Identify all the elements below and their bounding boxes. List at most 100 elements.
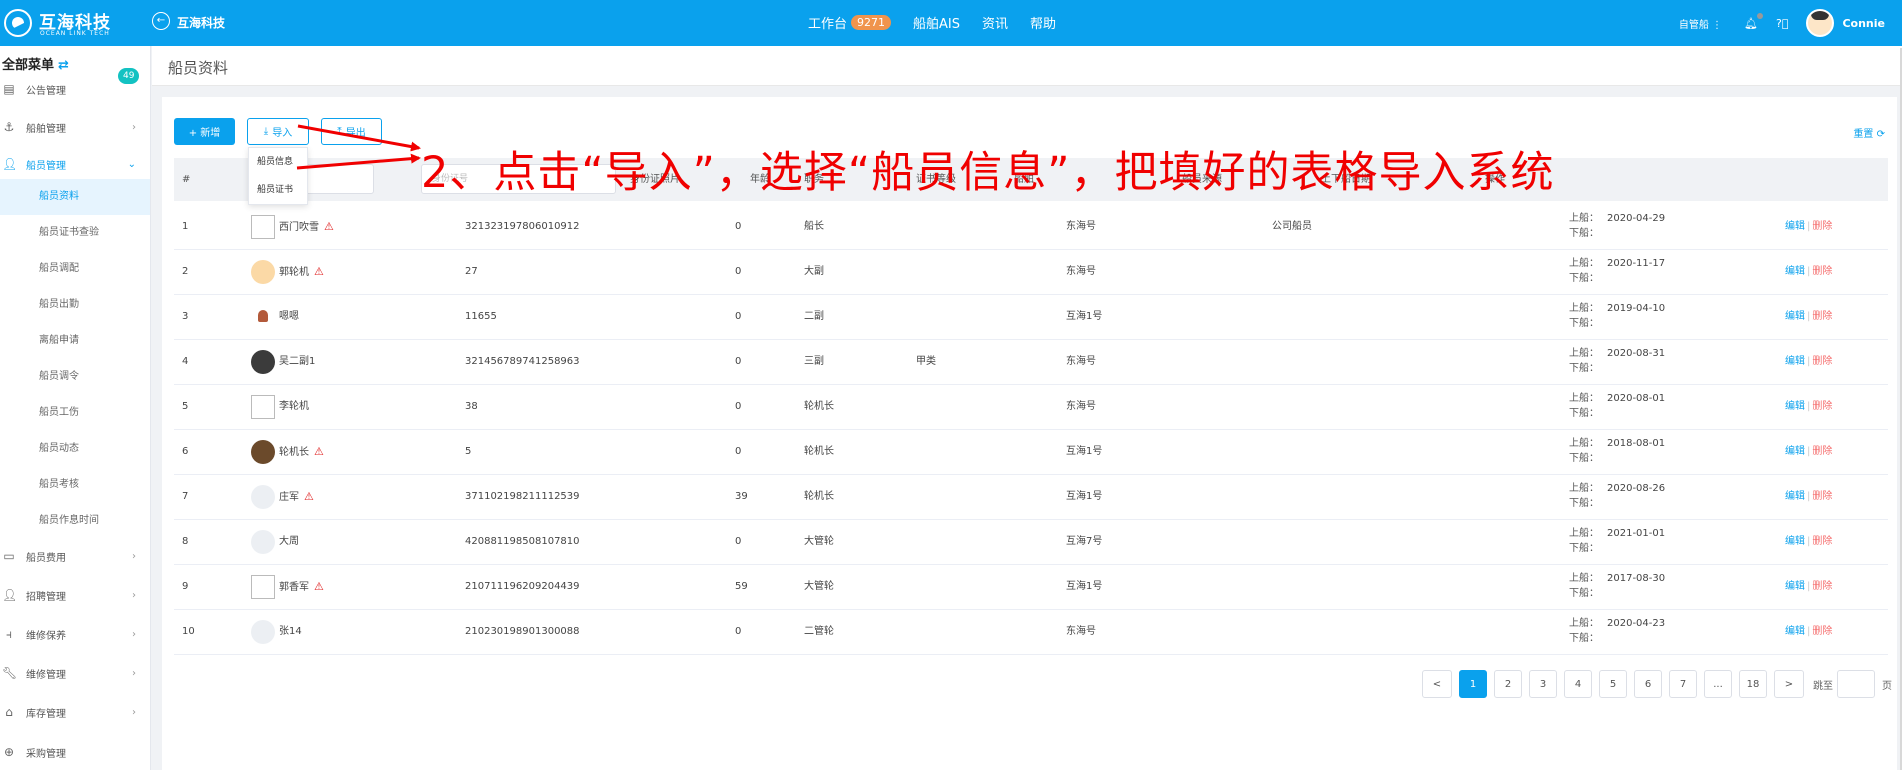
delete-link[interactable]: 删除 — [1812, 536, 1832, 547]
page-button[interactable]: 3 — [1529, 670, 1557, 698]
add-button[interactable]: + 新增 — [174, 118, 235, 145]
page-button[interactable]: 4 — [1564, 670, 1592, 698]
crew-name-cell[interactable]: 轮机长 ⚠︎ — [279, 430, 324, 474]
jump-page-input[interactable] — [1837, 670, 1875, 698]
sidebar-sub-transfer[interactable]: 船员调令 — [0, 359, 150, 395]
sidebar-item-inventory[interactable]: ⌂ 库存管理 › — [0, 694, 150, 730]
ship: 东海号 — [1066, 356, 1096, 367]
on-board-date: 2019-04-10 — [1607, 303, 1666, 314]
table-row: 7 庄军 ⚠︎ 371102198211112539 39 轮机长 互海1号 上船： 2020-… — [174, 475, 1888, 520]
sidebar-item-label: 招聘管理 — [26, 591, 66, 603]
page-button[interactable]: 7 — [1669, 670, 1697, 698]
on-board-label: 上船： — [1569, 393, 1599, 404]
divider: | — [1807, 356, 1811, 367]
ship-type-switch[interactable]: 自管船 ⋮ — [1679, 16, 1722, 31]
nav-news[interactable]: 资讯 — [982, 13, 1008, 32]
sidebar-item-crew-fees[interactable]: ▭ 船员费用 › — [0, 538, 150, 574]
nav-help[interactable]: 帮助 — [1030, 13, 1056, 32]
sidebar-item-ships[interactable]: ⚓︎ 船舶管理 › — [0, 109, 150, 145]
edit-link[interactable]: 编辑 — [1785, 491, 1805, 502]
age: 39 — [735, 491, 748, 502]
edit-link[interactable]: 编辑 — [1785, 626, 1805, 637]
delete-link[interactable]: 删除 — [1812, 311, 1832, 322]
crew-name-cell[interactable]: 李轮机 — [279, 385, 309, 429]
crew-name: 吴二副1 — [279, 356, 316, 367]
warning-icon: ⚠︎ — [314, 445, 324, 458]
delete-link[interactable]: 删除 — [1812, 266, 1832, 277]
nav-workbench[interactable]: 工作台 9271 — [808, 13, 892, 32]
page-button[interactable]: 1 — [1459, 670, 1487, 698]
sidebar-item-maintenance[interactable]: ⫞ 维修保养 › — [0, 616, 150, 652]
company-logo[interactable]: 互海科技 OCEAN LINK TECH — [4, 6, 118, 40]
prev-page-button[interactable]: < — [1422, 670, 1452, 698]
crew-name-cell[interactable]: 嗯嗯 — [279, 295, 299, 339]
page-button[interactable]: 2 — [1494, 670, 1522, 698]
tool-icon: ⫞ — [5, 626, 12, 641]
edit-link[interactable]: 编辑 — [1785, 536, 1805, 547]
user-avatar[interactable] — [1806, 9, 1835, 37]
delete-link[interactable]: 删除 — [1812, 446, 1832, 457]
export-button[interactable]: ⤒ 导出 — [321, 118, 382, 145]
sidebar-item-purchasing[interactable]: ⊕ 采购管理 — [0, 734, 150, 770]
sidebar-sub-schedule[interactable]: 船员作息时间 — [0, 503, 150, 539]
crew-name-cell[interactable]: 张14 — [279, 610, 302, 654]
refresh-button[interactable]: 重置 ⟳ — [1853, 125, 1885, 140]
row-number: 9 — [182, 581, 189, 592]
sidebar-sub-crew-info[interactable]: 船员资料 — [0, 179, 150, 215]
import-button[interactable]: ⤓ 导入 — [247, 118, 309, 145]
edit-link[interactable]: 编辑 — [1785, 581, 1805, 592]
chevron-right-icon: › — [132, 121, 136, 133]
edit-link[interactable]: 编辑 — [1785, 266, 1805, 277]
age: 59 — [735, 581, 748, 592]
edit-link[interactable]: 编辑 — [1785, 311, 1805, 322]
crew-name-cell[interactable]: 大周 — [279, 520, 299, 564]
on-board-label: 上船： — [1569, 618, 1599, 629]
page-button[interactable]: 5 — [1599, 670, 1627, 698]
crew-name-cell[interactable]: 吴二副1 — [279, 340, 315, 384]
page-button[interactable]: 18 — [1739, 670, 1767, 698]
page-button[interactable]: ... — [1704, 670, 1732, 698]
delete-link[interactable]: 删除 — [1812, 356, 1832, 367]
help-icon[interactable]: ?⃝ — [1776, 17, 1788, 30]
crew-name-cell[interactable]: 西门吹雪 ⚠︎ — [279, 205, 334, 249]
edit-link[interactable]: 编辑 — [1785, 356, 1805, 367]
crew-name-cell[interactable]: 郭轮机 ⚠︎ — [279, 250, 324, 294]
instruction-annotation: 2、点击“导入”，选择“船员信息”，把填好的表格导入系统 — [421, 148, 1555, 198]
sidebar-sub-crew-dispatch[interactable]: 船员调配 — [0, 251, 150, 287]
edit-link[interactable]: 编辑 — [1785, 446, 1805, 457]
back-arrow-icon[interactable]: ← — [152, 12, 170, 30]
anchor-icon: ⚓︎ — [3, 120, 15, 134]
delete-link[interactable]: 删除 — [1812, 401, 1832, 412]
bell-icon[interactable]: 🔔︎ — [1744, 12, 1764, 30]
sidebar-item-recruitment[interactable]: 👤︎ 招聘管理 › — [0, 577, 150, 613]
delete-link[interactable]: 删除 — [1812, 491, 1832, 502]
edit-link[interactable]: 编辑 — [1785, 221, 1805, 232]
sidebar-sub-cert-check[interactable]: 船员证书查验 — [0, 215, 150, 251]
crew-avatar — [251, 395, 275, 419]
nav-ship-ais[interactable]: 船舶AIS — [913, 13, 960, 32]
crew-name-cell[interactable]: 庄军 ⚠︎ — [279, 475, 314, 519]
delete-link[interactable]: 删除 — [1812, 581, 1832, 592]
delete-link[interactable]: 删除 — [1812, 221, 1832, 232]
sidebar-sub-injury[interactable]: 船员工伤 — [0, 395, 150, 431]
sidebar-item-repair[interactable]: 🔧︎ 维修管理 › — [0, 655, 150, 691]
sidebar-item-announcements[interactable]: ▤ 公告管理 49 — [0, 68, 150, 107]
edit-link[interactable]: 编辑 — [1785, 401, 1805, 412]
divider: | — [1807, 446, 1811, 457]
user-name[interactable]: Connie — [1842, 17, 1885, 30]
page-button[interactable]: 6 — [1634, 670, 1662, 698]
sidebar-sub-assessment[interactable]: 船员考核 — [0, 467, 150, 503]
sidebar-sub-attendance[interactable]: 船员出勤 — [0, 287, 150, 323]
table-row: 3 嗯嗯 11655 0 二副 互海1号 上船： 2019-04-10 下船： 编辑 | 删除 — [174, 295, 1888, 340]
off-board-label: 下船： — [1569, 633, 1599, 644]
dropdown-item-crew-info[interactable]: 船员信息 — [249, 148, 307, 176]
sidebar-item-crew[interactable]: 👤︎ 船员管理 ⌄ — [0, 146, 150, 182]
crew-name: 西门吹雪 — [279, 222, 319, 233]
sidebar-sub-leave[interactable]: 离船申请 — [0, 323, 150, 359]
delete-link[interactable]: 删除 — [1812, 626, 1832, 637]
crew-avatar — [251, 620, 275, 644]
dropdown-item-crew-cert[interactable]: 船员证书 — [249, 176, 307, 204]
next-page-button[interactable]: > — [1774, 670, 1804, 698]
crew-name-cell[interactable]: 郭香军 ⚠︎ — [279, 565, 324, 609]
sidebar-sub-dynamics[interactable]: 船员动态 — [0, 431, 150, 467]
